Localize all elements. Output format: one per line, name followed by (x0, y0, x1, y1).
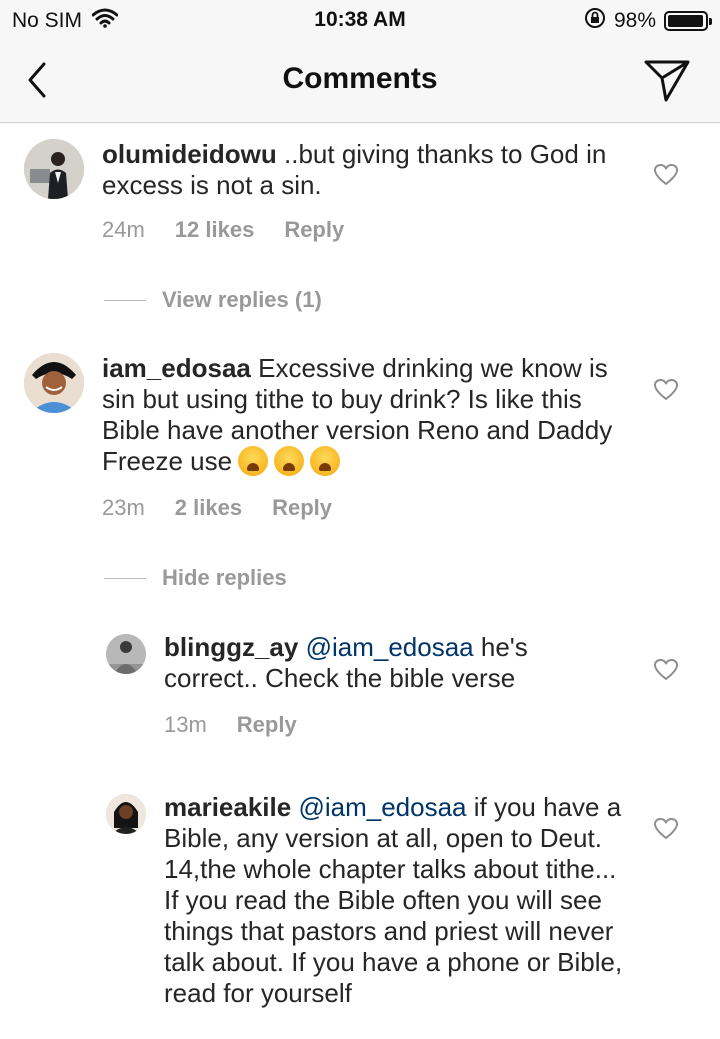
reply-item: marieakile @iam_edosaa if you have a Bib… (0, 792, 720, 1039)
likes-count[interactable]: 12 likes (175, 217, 255, 243)
reply-time: 13m (164, 712, 207, 737)
reply-body: marieakile @iam_edosaa if you have a Bib… (164, 792, 624, 1009)
like-button[interactable] (653, 817, 679, 841)
hide-replies-toggle[interactable]: Hide replies (104, 565, 287, 591)
reply-username[interactable]: blinggz_ay (164, 632, 298, 662)
reply-username[interactable]: marieakile (164, 792, 291, 822)
comment-time: 24m (102, 217, 145, 242)
comment-body: olumideidowu ..but giving thanks to God … (102, 139, 622, 201)
crying-face-icon (238, 446, 269, 476)
battery-icon (664, 11, 712, 31)
comment-meta: 23m 2 likes Reply (102, 495, 332, 521)
reply-meta: 13m Reply (164, 712, 297, 738)
avatar[interactable] (106, 634, 146, 674)
comment-body: iam_edosaa Excessive drinking we know is… (102, 353, 622, 477)
avatar-photo (106, 794, 146, 834)
reply-button[interactable]: Reply (284, 217, 344, 243)
avatar-photo (106, 634, 146, 674)
avatar[interactable] (24, 139, 84, 199)
heart-icon (654, 379, 678, 400)
heart-icon (654, 164, 678, 185)
status-bar: No SIM 10:38 AM 98% (0, 0, 720, 40)
reply-body: blinggz_ay @iam_edosaa he's correct.. Ch… (164, 632, 624, 694)
crying-face-icon (274, 446, 305, 476)
nav-bar: Comments (0, 40, 720, 123)
comment-username[interactable]: iam_edosaa (102, 353, 251, 383)
battery-fill (668, 15, 703, 27)
comment-username[interactable]: olumideidowu (102, 139, 277, 169)
like-button[interactable] (653, 163, 679, 187)
likes-count[interactable]: 2 likes (175, 495, 242, 521)
heart-icon (654, 818, 678, 839)
like-button[interactable] (653, 378, 679, 402)
view-replies-label: View replies (1) (162, 287, 322, 312)
avatar[interactable] (24, 353, 84, 413)
comment-item: olumideidowu ..but giving thanks to God … (0, 123, 720, 333)
like-button[interactable] (653, 658, 679, 682)
reply-item: blinggz_ay @iam_edosaa he's correct.. Ch… (0, 632, 720, 772)
orientation-lock-icon (584, 7, 606, 35)
reply-button[interactable]: Reply (237, 712, 297, 738)
comment-time: 23m (102, 495, 145, 520)
emoji-group (232, 446, 341, 476)
mention-link[interactable]: @iam_edosaa (298, 792, 466, 822)
direct-message-button[interactable] (642, 56, 692, 104)
view-replies-toggle[interactable]: View replies (1) (104, 287, 322, 313)
crying-face-icon (310, 446, 341, 476)
comment-item: iam_edosaa Excessive drinking we know is… (0, 353, 720, 613)
avatar[interactable] (106, 794, 146, 834)
heart-icon (654, 659, 678, 680)
mention-link[interactable]: @iam_edosaa (306, 632, 474, 662)
comment-meta: 24m 12 likes Reply (102, 217, 344, 243)
battery-percent: 98% (613, 9, 656, 32)
reply-text: if you have a Bible, any version at all,… (164, 792, 623, 1008)
send-icon (644, 60, 690, 102)
avatar-photo (24, 353, 84, 413)
page-title: Comments (282, 62, 438, 95)
status-right: 98% (584, 7, 712, 35)
avatar-photo (24, 139, 84, 199)
hide-replies-label: Hide replies (162, 565, 287, 590)
reply-button[interactable]: Reply (272, 495, 332, 521)
